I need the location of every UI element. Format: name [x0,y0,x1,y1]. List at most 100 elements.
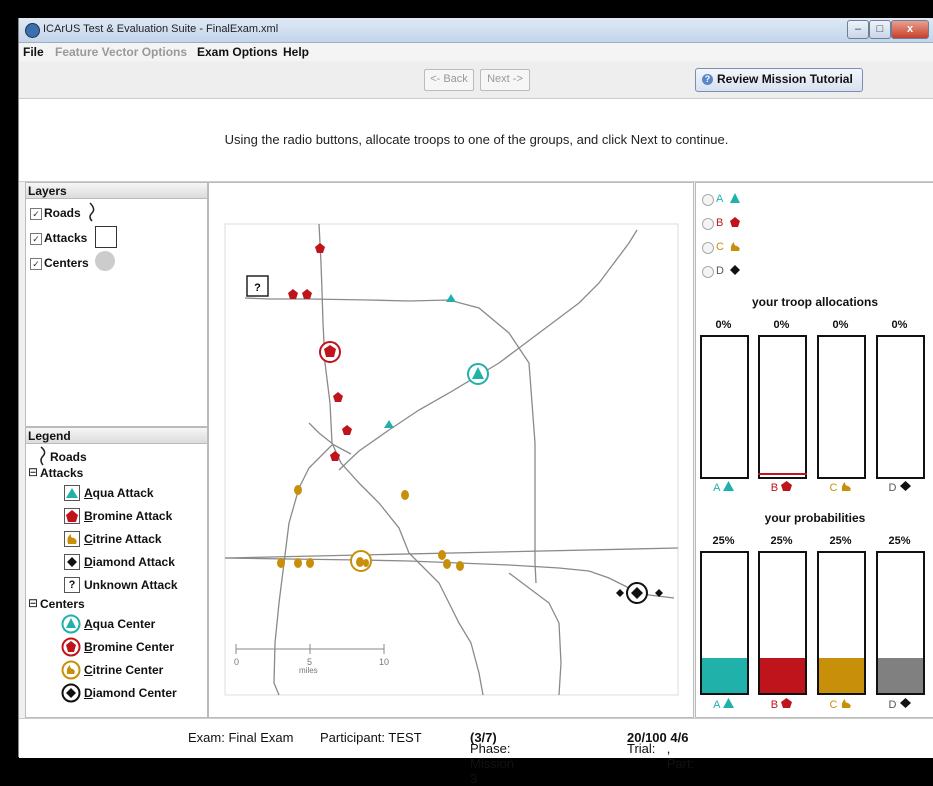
unknown-attack-icon: ? [64,577,80,593]
legend-title: Legend [28,429,71,443]
probability-fill-c [819,658,864,693]
radio-label-c: C [716,241,724,253]
legend-centers-title: Centers [40,597,85,611]
citrine-attack-icon [64,531,80,547]
citrine-attack-marker [294,558,302,568]
maximize-button[interactable]: □ [869,20,891,39]
roads-layer-checkbox[interactable]: ✓ [30,208,42,220]
menu-feature-vector-options[interactable]: Feature Vector Options [55,45,187,59]
allocation-label-d: D [876,481,923,494]
allocation-pct-b: 0% [773,319,790,331]
roads-layer-label: Roads [44,206,81,220]
map-canvas[interactable]: ? 0 5 10 miles [209,183,693,717]
allocation-pct-a: 0% [715,319,732,331]
layers-panel: Layers ✓ Roads ✓ Attacks ✓ Centers [25,182,208,427]
probability-bar-c [817,551,866,695]
citrine-attack-marker [294,485,302,495]
radio-group-c[interactable] [702,242,714,254]
centers-layer-checkbox[interactable]: ✓ [30,258,42,270]
legend-bromine-center: Bromine Center [84,640,175,654]
allocation-label-c: C [817,481,864,494]
allocation-bar-b [758,335,807,479]
legend-bromine-attack: Bromine Attack [84,509,173,523]
map-panel[interactable]: ? 0 5 10 miles [208,182,694,718]
center-symbol-icon [95,251,115,271]
citrine-attack-marker [277,558,285,568]
allocation-pct-d: 0% [891,319,908,331]
legend-attacks-title: Attacks [40,466,84,480]
legend-aqua-center: Aqua Center [84,617,156,631]
allocation-label-b: B [758,481,805,494]
attack-symbol-icon [95,226,117,248]
instruction-text: Using the radio buttons, allocate troops… [224,132,729,147]
aqua-center-icon [61,614,81,634]
allocation-pct-c: 0% [832,319,849,331]
menu-exam-options[interactable]: Exam Options [197,45,278,59]
probability-label-a: A [700,698,747,711]
radio-label-d: D [716,265,724,277]
probability-bar-d [876,551,925,695]
status-exam: Exam: Final Exam [188,730,294,745]
citrine-attack-marker [438,550,446,560]
legend-header: Legend [26,428,207,444]
road-symbol-icon [89,202,95,222]
menu-help[interactable]: Help [283,45,309,59]
toolbar: <- Back Next -> ? Review Mission Tutoria… [19,62,933,99]
minimize-button[interactable]: – [847,20,869,39]
probability-pct-d: 25% [888,535,911,547]
probability-label-d: D [876,698,923,711]
menu-file[interactable]: File [23,45,44,59]
citrine-center-mark [356,557,364,567]
allocation-b-baseline [758,473,807,475]
allocations-title: your troop allocations [751,295,878,309]
radio-label-b: B [716,217,724,229]
probability-label-c: C [817,698,864,711]
bromine-center-icon [61,637,81,657]
centers-layer-label: Centers [44,256,89,270]
allocation-label-a: A [700,481,747,494]
legend-diamond-center: Diamond Center [84,686,177,700]
bromine-group-icon [730,217,740,227]
next-button[interactable]: Next -> [480,69,530,91]
diamond-group-icon [730,265,740,275]
probability-fill-d [878,658,923,693]
status-phase: Phase: Mission 3 (3/7) [470,730,515,786]
probability-fill-a [702,658,747,693]
radio-group-d[interactable] [702,266,714,278]
attacks-layer-checkbox[interactable]: ✓ [30,233,42,245]
citrine-attack-marker [401,490,409,500]
aqua-attack-icon [64,485,80,501]
unknown-attack-mark: ? [254,282,261,294]
diamond-center-icon [61,683,81,703]
citrine-group-icon [730,242,740,251]
radio-group-a[interactable] [702,194,714,206]
legend-citrine-center: Citrine Center [84,663,164,677]
attacks-collapse-icon[interactable]: ⊟ [28,465,38,479]
legend-roads-label: Roads [50,450,87,464]
scale-tick-0: 0 [234,657,239,667]
back-button[interactable]: <- Back [424,69,474,91]
probabilities-title: your probabilities [764,511,866,525]
legend-panel: Legend Roads ⊟ Attacks Aqua Attack Bromi… [25,427,208,718]
probability-bar-a [700,551,749,695]
probability-pct-c: 25% [829,535,852,547]
aqua-group-icon [730,193,740,203]
probability-bar-b [758,551,807,695]
scale-tick-10: 10 [379,657,389,667]
status-trial: Trial: 20/100, Part: 4/6 [627,730,695,771]
close-button[interactable]: x [891,20,929,39]
title-bar: ICArUS Test & Evaluation Suite - FinalEx… [19,18,933,43]
review-mission-tutorial-button[interactable]: ? Review Mission Tutorial [695,68,863,92]
allocation-bar-d [876,335,925,479]
scale-unit: miles [299,666,318,675]
legend-aqua-attack: Aqua Attack [84,486,154,500]
radio-group-b[interactable] [702,218,714,230]
centers-collapse-icon[interactable]: ⊟ [28,596,38,610]
app-icon [25,23,40,38]
allocation-bar-c [817,335,866,479]
citrine-attack-marker [456,561,464,571]
status-bar: Exam: Final Exam Participant: TEST Phase… [19,718,933,786]
legend-unknown-attack: Unknown Attack [84,578,178,592]
window-title: ICArUS Test & Evaluation Suite - FinalEx… [43,23,279,35]
radio-label-a: A [716,193,724,205]
